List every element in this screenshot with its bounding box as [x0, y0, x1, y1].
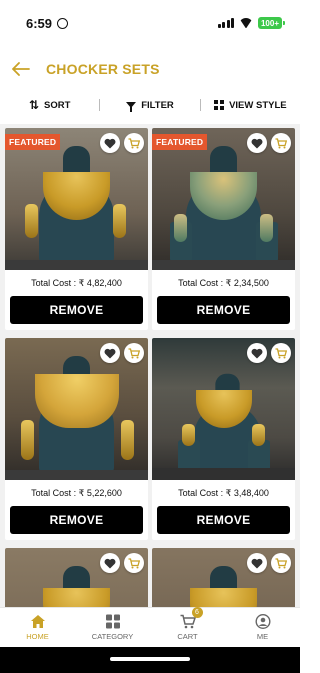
cart-icon	[128, 557, 140, 568]
nav-category-label: CATEGORY	[91, 632, 134, 641]
app-header: CHOCKER SETS	[0, 52, 300, 86]
heart-icon	[251, 348, 263, 358]
wishlist-button[interactable]	[100, 343, 120, 363]
nav-cart[interactable]: 6 CART	[150, 607, 225, 647]
grid-icon	[214, 100, 225, 110]
heart-icon	[251, 558, 263, 568]
view-style-label: VIEW STYLE	[229, 99, 287, 111]
add-to-cart-button[interactable]	[124, 343, 144, 363]
battery-level: 100+	[260, 18, 280, 28]
featured-badge: FEATURED	[152, 134, 208, 150]
add-to-cart-button[interactable]	[271, 133, 291, 153]
product-card[interactable]	[5, 548, 148, 607]
cart-count-badge: 6	[191, 607, 203, 618]
wishlist-button[interactable]	[247, 343, 267, 363]
wifi-icon	[239, 18, 253, 28]
cart-icon	[275, 557, 287, 568]
nav-home[interactable]: HOME	[0, 608, 75, 647]
add-to-cart-button[interactable]	[271, 553, 291, 573]
status-icons: 100+	[217, 17, 285, 29]
profile-icon	[254, 613, 271, 630]
cart-icon	[275, 137, 287, 148]
add-to-cart-button[interactable]	[124, 553, 144, 573]
category-icon	[105, 614, 121, 629]
cart-icon	[128, 137, 140, 148]
whatsapp-icon	[57, 17, 69, 29]
sort-button[interactable]: ⇅ SORT	[0, 99, 99, 111]
total-cost: Total Cost : ₹ 4,82,400	[31, 278, 122, 288]
nav-home-label: HOME	[26, 632, 49, 641]
filter-button[interactable]: FILTER	[100, 99, 199, 112]
cart-icon	[128, 347, 140, 358]
nav-cart-label: CART	[177, 632, 198, 641]
product-card[interactable]: Total Cost : ₹ 5,22,600 REMOVE	[5, 338, 148, 540]
system-nav-area	[0, 647, 300, 673]
home-icon	[30, 614, 46, 629]
remove-button[interactable]: REMOVE	[157, 296, 290, 324]
heart-icon	[104, 348, 116, 358]
bottom-nav: HOME CATEGORY 6 CART ME	[0, 607, 300, 647]
filter-label: FILTER	[141, 99, 174, 111]
nav-me[interactable]: ME	[225, 608, 300, 647]
back-arrow-icon	[12, 62, 30, 76]
sort-icon: ⇅	[28, 98, 39, 112]
product-card[interactable]: FEATURED Total Cost : ₹ 2,34,500 REMOVE	[152, 128, 295, 330]
page-title: CHOCKER SETS	[46, 61, 160, 77]
wishlist-button[interactable]	[100, 133, 120, 153]
total-cost: Total Cost : ₹ 5,22,600	[31, 488, 122, 498]
view-style-button[interactable]: VIEW STYLE	[201, 100, 300, 111]
product-grid: FEATURED Total Cost : ₹ 4,82,400 REMOVE …	[0, 124, 300, 607]
total-cost: Total Cost : ₹ 3,48,400	[178, 488, 269, 498]
wishlist-button[interactable]	[247, 133, 267, 153]
cart-icon	[275, 347, 287, 358]
nav-me-label: ME	[256, 632, 269, 641]
wishlist-button[interactable]	[247, 553, 267, 573]
back-button[interactable]	[10, 58, 32, 80]
status-time: 6:59	[26, 15, 53, 31]
toolbar: ⇅ SORT FILTER VIEW STYLE	[0, 93, 300, 117]
cart-icon: 6	[180, 607, 203, 629]
product-card[interactable]: FEATURED Total Cost : ₹ 4,82,400 REMOVE	[5, 128, 148, 330]
heart-icon	[104, 138, 116, 148]
nav-category[interactable]: CATEGORY	[75, 608, 150, 647]
add-to-cart-button[interactable]	[271, 343, 291, 363]
filter-icon	[126, 102, 137, 112]
total-cost: Total Cost : ₹ 2,34,500	[178, 278, 269, 288]
status-bar: 6:59 100+	[0, 0, 300, 46]
add-to-cart-button[interactable]	[124, 133, 144, 153]
remove-button[interactable]: REMOVE	[157, 506, 290, 534]
sort-label: SORT	[44, 99, 71, 111]
heart-icon	[251, 138, 263, 148]
remove-button[interactable]: REMOVE	[10, 506, 143, 534]
featured-badge: FEATURED	[5, 134, 61, 150]
home-indicator[interactable]	[110, 657, 190, 661]
signal-icon	[217, 18, 234, 28]
wishlist-button[interactable]	[100, 553, 120, 573]
product-card[interactable]	[152, 548, 295, 607]
remove-button[interactable]: REMOVE	[10, 296, 143, 324]
battery-icon: 100+	[258, 17, 285, 29]
heart-icon	[104, 558, 116, 568]
product-card[interactable]: Total Cost : ₹ 3,48,400 REMOVE	[152, 338, 295, 540]
